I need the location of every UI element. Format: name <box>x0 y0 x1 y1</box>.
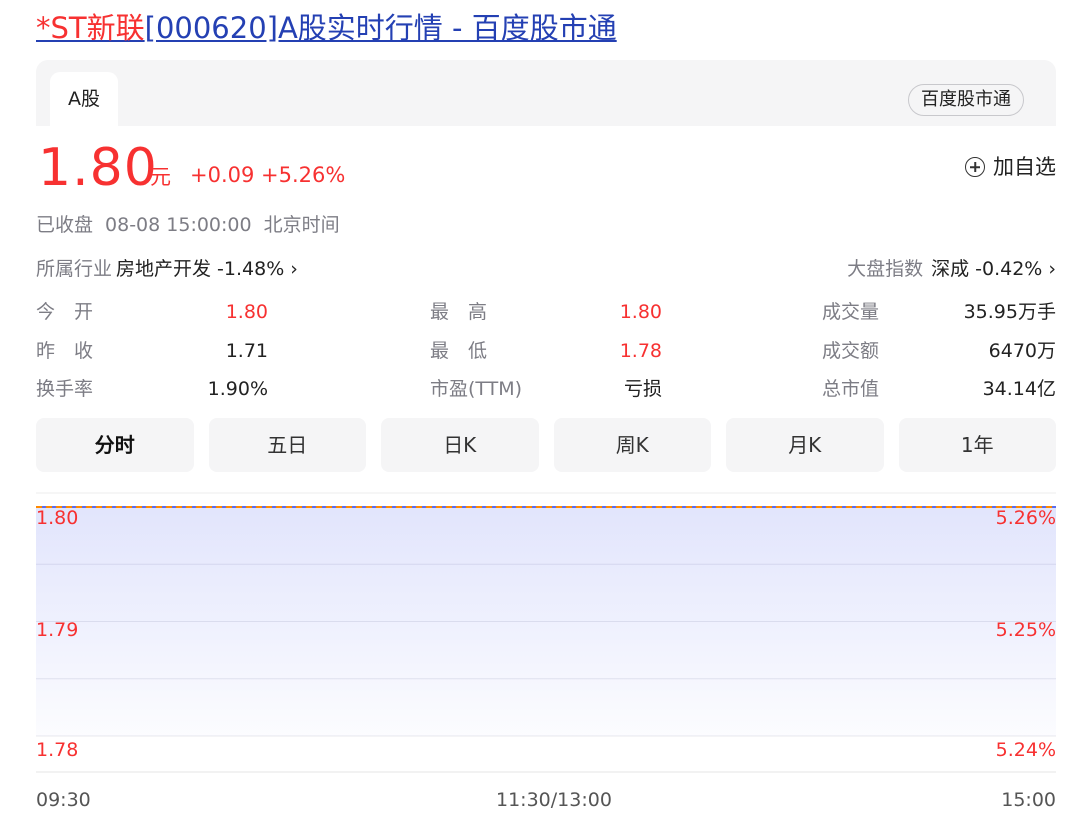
stat-value-open: 1.80 <box>225 301 268 323</box>
x-tick-midday: 11:30/13:00 <box>496 789 612 811</box>
y-tick-left-bottom: 1.78 <box>36 739 79 761</box>
stat-value-high: 1.80 <box>619 301 662 323</box>
add-watchlist-button[interactable]: 加自选 <box>965 152 1056 182</box>
plus-circle-icon <box>965 157 985 177</box>
period-tab-intraday[interactable]: 分时 <box>36 418 194 472</box>
period-tab-daily-k[interactable]: 日K <box>381 418 539 472</box>
y-tick-left-mid: 1.79 <box>36 619 79 641</box>
price-change: +0.09 +5.26% <box>190 163 346 187</box>
stat-label-turnover-rate: 换手率 <box>36 378 94 400</box>
stat-value-market-cap: 34.14亿 <box>982 378 1056 400</box>
stat-value-turnover-amount: 6470万 <box>988 340 1056 362</box>
page-title[interactable]: *ST新联[000620]A股实时行情 - 百度股市通 <box>36 8 617 48</box>
quote-datetime: 08-08 15:00:00 <box>105 214 252 236</box>
market-status: 已收盘 <box>36 214 94 236</box>
stat-value-low: 1.78 <box>619 340 662 362</box>
stat-label-open: 今 开 <box>36 301 94 323</box>
market-index-label: 大盘指数 <box>847 258 924 280</box>
period-tab-5day[interactable]: 五日 <box>208 418 366 472</box>
title-rest[interactable]: [000620]A股实时行情 - 百度股市通 <box>145 11 617 45</box>
industry-value: 房地产开发 -1.48% › <box>116 258 298 280</box>
x-tick-open: 09:30 <box>36 789 91 811</box>
chart-plot-area <box>36 492 1056 773</box>
stat-label-volume: 成交量 <box>822 301 880 323</box>
period-tab-weekly-k[interactable]: 周K <box>553 418 711 472</box>
period-tabs: 分时 五日 日K 周K 月K 1年 <box>36 418 1056 472</box>
stat-value-volume: 35.95万手 <box>963 301 1056 323</box>
industry-label: 所属行业 <box>36 258 113 280</box>
y-tick-right-mid: 5.25% <box>995 619 1056 641</box>
market-index-value: 深成 -0.42% › <box>931 258 1056 280</box>
stock-name-link[interactable]: *ST新联 <box>36 11 145 45</box>
price-unit: 元 <box>150 165 171 189</box>
stat-value-pe-ttm: 亏损 <box>623 378 662 400</box>
current-price: 1.80 <box>38 138 158 198</box>
period-tab-1year[interactable]: 1年 <box>898 418 1056 472</box>
stat-label-low: 最 低 <box>430 340 488 362</box>
market-index-link[interactable]: 大盘指数 深成 -0.42% › <box>847 255 1056 283</box>
timezone-label: 北京时间 <box>263 214 340 236</box>
baidu-stock-button[interactable]: 百度股市通 <box>908 84 1024 116</box>
stat-label-turnover-amount: 成交额 <box>822 340 880 362</box>
y-tick-left-top: 1.80 <box>36 507 79 529</box>
stat-label-high: 最 高 <box>430 301 488 323</box>
stat-value-turnover-rate: 1.90% <box>207 378 268 400</box>
x-tick-close: 15:00 <box>1001 789 1056 811</box>
market-tab-bar: A股 百度股市通 <box>36 60 1056 126</box>
intraday-chart[interactable]: 1.80 1.79 1.78 5.26% 5.25% 5.24% 09:30 1… <box>36 490 1056 820</box>
stat-label-prev-close: 昨 收 <box>36 340 94 362</box>
stat-label-market-cap: 总市值 <box>822 378 880 400</box>
price-area <box>36 507 1056 736</box>
stat-value-prev-close: 1.71 <box>225 340 268 362</box>
period-tab-monthly-k[interactable]: 月K <box>726 418 884 472</box>
add-watchlist-label: 加自选 <box>993 155 1056 179</box>
y-tick-right-top: 5.26% <box>995 507 1056 529</box>
industry-link[interactable]: 所属行业 房地产开发 -1.48% › <box>36 255 298 283</box>
trading-status: 已收盘 08-08 15:00:00 北京时间 <box>36 212 352 238</box>
y-tick-right-bottom: 5.24% <box>995 739 1056 761</box>
stat-label-pe-ttm: 市盈(TTM) <box>430 378 523 400</box>
tab-a-share[interactable]: A股 <box>50 72 118 126</box>
